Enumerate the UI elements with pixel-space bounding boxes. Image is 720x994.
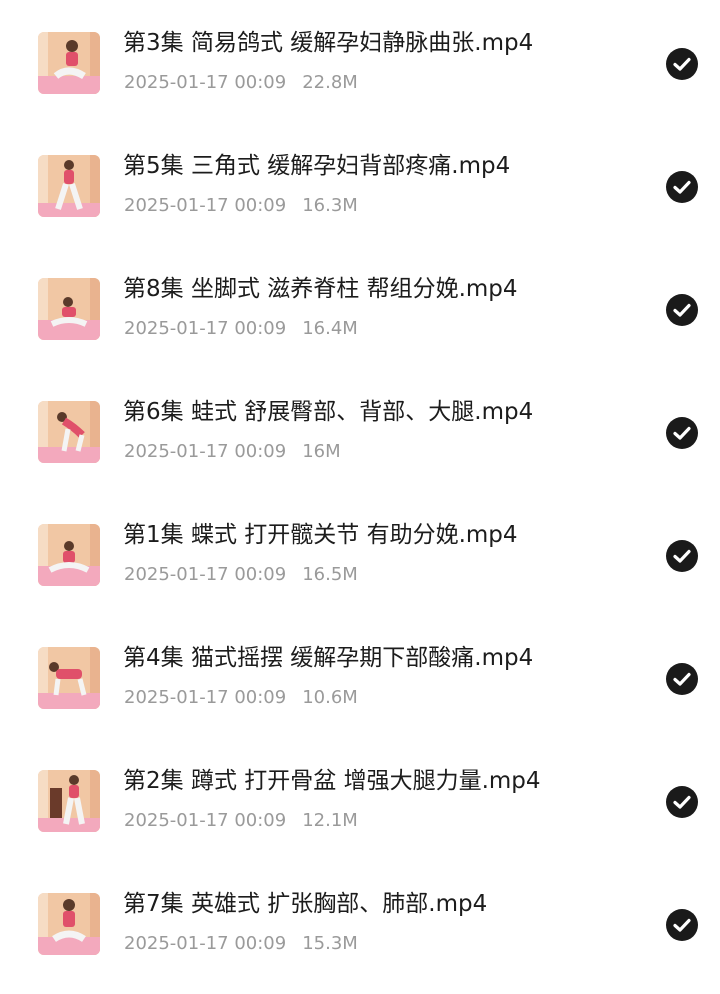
check-circle-icon[interactable] <box>666 786 698 818</box>
file-size: 16M <box>302 441 341 462</box>
file-name: 第4集 猫式摇摆 缓解孕期下部酸痛.mp4 <box>123 645 534 671</box>
file-name: 第6集 蛙式 舒展臀部、背部、大腿.mp4 <box>123 399 534 425</box>
file-date: 2025-01-17 00:09 <box>124 810 287 831</box>
file-name: 第5集 三角式 缓解孕妇背部疼痛.mp4 <box>123 153 511 179</box>
file-size: 10.6M <box>302 687 358 708</box>
video-thumbnail <box>38 893 100 955</box>
video-thumbnail <box>38 278 100 340</box>
file-row[interactable]: 第8集 坐脚式 滋养脊柱 帮组分娩.mp4 2025-01-17 00:09 16… <box>0 256 720 379</box>
file-row[interactable]: 第7集 英雄式 扩张胸部、肺部.mp4 2025-01-17 00:09 15.3… <box>0 871 720 994</box>
video-thumbnail <box>38 770 100 832</box>
file-size: 16.4M <box>302 318 358 339</box>
file-row[interactable]: 第4集 猫式摇摆 缓解孕期下部酸痛.mp4 2025-01-17 00:09 10… <box>0 625 720 748</box>
file-size: 15.3M <box>302 933 358 954</box>
file-meta: 2025-01-17 00:09 16.4M <box>124 318 358 340</box>
video-thumbnail <box>38 524 100 586</box>
file-meta: 2025-01-17 00:09 22.8M <box>124 72 358 94</box>
video-thumbnail <box>38 155 100 217</box>
file-date: 2025-01-17 00:09 <box>124 933 287 954</box>
file-row[interactable]: 第3集 简易鸽式 缓解孕妇静脉曲张.mp4 2025-01-17 00:09 22… <box>0 10 720 133</box>
file-date: 2025-01-17 00:09 <box>124 318 287 339</box>
check-circle-icon[interactable] <box>666 540 698 572</box>
file-size: 16.5M <box>302 564 358 585</box>
file-size: 12.1M <box>302 810 358 831</box>
file-row[interactable]: 第2集 蹲式 打开骨盆 增强大腿力量.mp4 2025-01-17 00:09 1… <box>0 748 720 871</box>
check-circle-icon[interactable] <box>666 48 698 80</box>
file-name: 第2集 蹲式 打开骨盆 增强大腿力量.mp4 <box>123 768 541 794</box>
file-date: 2025-01-17 00:09 <box>124 72 287 93</box>
check-circle-icon[interactable] <box>666 294 698 326</box>
file-name: 第1集 蝶式 打开髋关节 有助分娩.mp4 <box>123 522 518 548</box>
file-meta: 2025-01-17 00:09 12.1M <box>124 810 358 832</box>
file-size: 16.3M <box>302 195 358 216</box>
video-thumbnail <box>38 647 100 709</box>
check-circle-icon[interactable] <box>666 663 698 695</box>
file-size: 22.8M <box>302 72 358 93</box>
file-name: 第7集 英雄式 扩张胸部、肺部.mp4 <box>123 891 488 917</box>
video-thumbnail <box>38 32 100 94</box>
file-meta: 2025-01-17 00:09 10.6M <box>124 687 358 709</box>
file-list: 第3集 简易鸽式 缓解孕妇静脉曲张.mp4 2025-01-17 00:09 22… <box>0 0 720 980</box>
file-name: 第3集 简易鸽式 缓解孕妇静脉曲张.mp4 <box>123 30 534 56</box>
file-name: 第8集 坐脚式 滋养脊柱 帮组分娩.mp4 <box>123 276 518 302</box>
file-date: 2025-01-17 00:09 <box>124 195 287 216</box>
file-date: 2025-01-17 00:09 <box>124 687 287 708</box>
file-meta: 2025-01-17 00:09 16.3M <box>124 195 358 217</box>
file-date: 2025-01-17 00:09 <box>124 441 287 462</box>
check-circle-icon[interactable] <box>666 171 698 203</box>
file-row[interactable]: 第5集 三角式 缓解孕妇背部疼痛.mp4 2025-01-17 00:09 16.… <box>0 133 720 256</box>
file-meta: 2025-01-17 00:09 16M <box>124 441 341 463</box>
file-meta: 2025-01-17 00:09 15.3M <box>124 933 358 955</box>
check-circle-icon[interactable] <box>666 417 698 449</box>
video-thumbnail <box>38 401 100 463</box>
file-row[interactable]: 第1集 蝶式 打开髋关节 有助分娩.mp4 2025-01-17 00:09 16… <box>0 502 720 625</box>
check-circle-icon[interactable] <box>666 909 698 941</box>
file-meta: 2025-01-17 00:09 16.5M <box>124 564 358 586</box>
file-row[interactable]: 第6集 蛙式 舒展臀部、背部、大腿.mp4 2025-01-17 00:09 16… <box>0 379 720 502</box>
file-date: 2025-01-17 00:09 <box>124 564 287 585</box>
